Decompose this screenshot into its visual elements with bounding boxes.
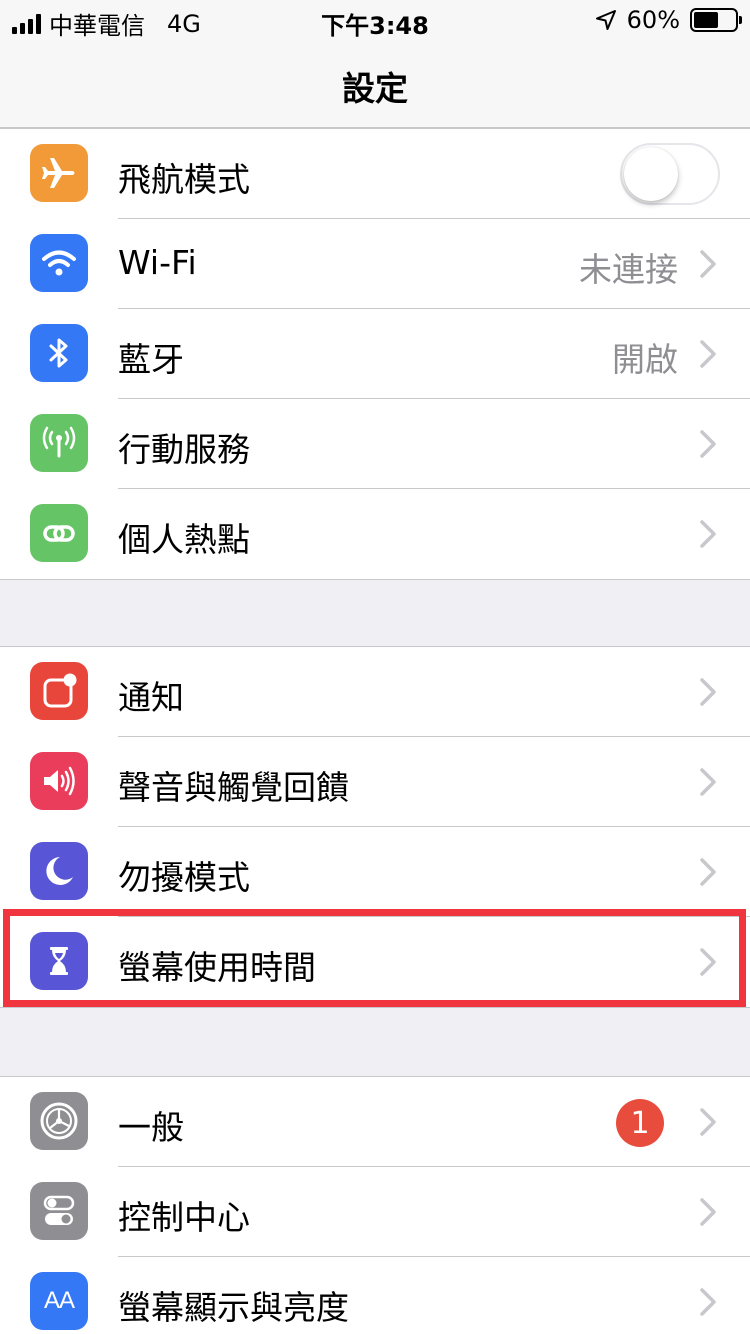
hotspot-icon xyxy=(30,504,88,562)
antenna-icon xyxy=(30,414,88,472)
settings-row-bluetooth[interactable]: 藍牙 開啟 xyxy=(0,309,750,399)
row-label: 聲音與觸覺回饋 xyxy=(118,768,349,807)
row-label: 勿擾模式 xyxy=(118,858,250,897)
switches-icon xyxy=(30,1182,88,1240)
navigation-bar: 設定 xyxy=(0,40,750,128)
text-size-glyph: AA xyxy=(43,1287,75,1314)
settings-row-do-not-disturb[interactable]: 勿擾模式 xyxy=(0,827,750,917)
wifi-icon xyxy=(30,234,88,292)
settings-row-general[interactable]: 一般 1 xyxy=(0,1077,750,1167)
settings-group-connectivity: 飛航模式 Wi-Fi 未連接 藍牙 開啟 行動服務 個人熱點 xyxy=(0,128,750,580)
settings-row-wifi[interactable]: Wi-Fi 未連接 xyxy=(0,219,750,309)
bluetooth-status: 開啟 xyxy=(612,340,678,379)
row-label: 行動服務 xyxy=(118,430,250,469)
row-label: 個人熱點 xyxy=(118,520,250,559)
settings-row-hotspot[interactable]: 個人熱點 xyxy=(0,489,750,579)
settings-row-display-brightness[interactable]: AA 螢幕顯示與亮度 xyxy=(0,1257,750,1334)
settings-row-notifications[interactable]: 通知 xyxy=(0,647,750,737)
wifi-status: 未連接 xyxy=(579,250,678,289)
row-label: 控制中心 xyxy=(118,1198,250,1237)
battery-percent: 60% xyxy=(626,6,680,34)
chevron-right-icon xyxy=(700,678,716,706)
page-title: 設定 xyxy=(342,69,408,108)
settings-row-sounds[interactable]: 聲音與觸覺回饋 xyxy=(0,737,750,827)
chevron-right-icon xyxy=(700,520,716,548)
settings-row-airplane-mode[interactable]: 飛航模式 xyxy=(0,129,750,219)
row-label: 一般 xyxy=(118,1108,184,1147)
row-label: 藍牙 xyxy=(118,340,184,379)
chevron-right-icon xyxy=(700,250,716,278)
airplane-icon xyxy=(30,144,88,202)
chevron-right-icon xyxy=(700,948,716,976)
hourglass-icon xyxy=(30,932,88,990)
location-arrow-icon xyxy=(595,10,616,30)
chevron-right-icon xyxy=(700,1198,716,1226)
row-label: 螢幕使用時間 xyxy=(118,948,316,987)
chevron-right-icon xyxy=(700,1108,716,1136)
moon-icon xyxy=(30,842,88,900)
toggle-knob xyxy=(624,147,678,201)
notifications-icon xyxy=(30,662,88,720)
row-label: 螢幕顯示與亮度 xyxy=(118,1288,349,1327)
text-size-icon: AA xyxy=(30,1272,88,1330)
update-badge: 1 xyxy=(616,1099,664,1147)
row-label: Wi-Fi xyxy=(118,243,197,282)
gear-icon xyxy=(30,1092,88,1150)
settings-group-general: 一般 1 控制中心 AA 螢幕顯示與亮度 xyxy=(0,1076,750,1334)
status-bar: 中華電信 4G 下午3:48 60% xyxy=(0,0,750,40)
airplane-mode-toggle[interactable] xyxy=(620,143,720,205)
settings-group-notifications: 通知 聲音與觸覺回饋 勿擾模式 螢幕使用時間 xyxy=(0,646,750,1008)
chevron-right-icon xyxy=(700,340,716,368)
settings-row-control-center[interactable]: 控制中心 xyxy=(0,1167,750,1257)
bluetooth-icon xyxy=(30,324,88,382)
row-label: 飛航模式 xyxy=(118,160,250,199)
settings-row-screen-time[interactable]: 螢幕使用時間 xyxy=(0,917,750,1007)
chevron-right-icon xyxy=(700,768,716,796)
chevron-right-icon xyxy=(700,858,716,886)
status-bar-right: 60% xyxy=(595,6,742,34)
speaker-icon xyxy=(30,752,88,810)
chevron-right-icon xyxy=(700,1288,716,1316)
chevron-right-icon xyxy=(700,430,716,458)
row-label: 通知 xyxy=(118,678,184,717)
settings-row-cellular[interactable]: 行動服務 xyxy=(0,399,750,489)
battery-icon xyxy=(690,8,742,32)
